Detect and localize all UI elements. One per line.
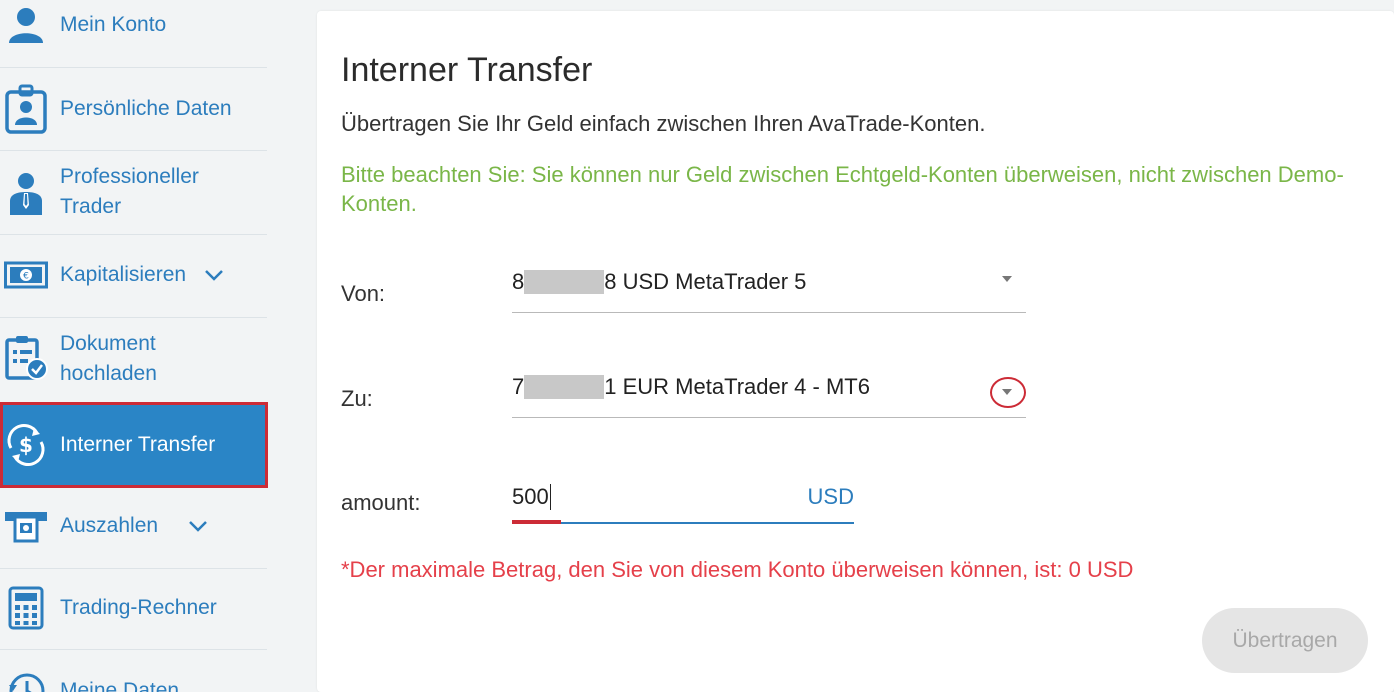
dollar-transfer-icon: $: [3, 422, 49, 468]
businessman-icon: [3, 170, 49, 216]
sidebar-item-label: Mein Konto: [60, 13, 167, 36]
amount-error-underline: [512, 520, 561, 524]
sidebar-item-label-wrap: Auszahlen: [60, 511, 208, 541]
to-label: Zu:: [341, 386, 373, 411]
sidebar: Mein Konto Persönliche Daten Professione…: [0, 0, 268, 692]
to-account-select[interactable]: 7 1 EUR MetaTrader 4 - MT6: [512, 374, 1026, 418]
highlight-circle: [990, 377, 1026, 408]
sidebar-item-meine-daten[interactable]: Meine Daten: [0, 668, 268, 692]
from-account-select[interactable]: 8 8 USD MetaTrader 5: [512, 269, 1026, 313]
amount-input[interactable]: 500 USD: [512, 484, 854, 524]
id-badge-icon: [3, 84, 49, 134]
sidebar-item-persoenliche-daten[interactable]: Persönliche Daten: [0, 84, 268, 134]
sidebar-item-trading-rechner[interactable]: Trading-Rechner: [0, 585, 268, 631]
calculator-icon: [3, 585, 49, 631]
from-account-prefix: 8: [512, 269, 525, 294]
sidebar-item-label: Dokument: [60, 332, 156, 355]
sidebar-divider: [0, 317, 267, 318]
sidebar-item-label-line2: hochladen: [60, 362, 157, 385]
banknote-icon: €: [3, 252, 49, 298]
transfer-card: Interner Transfer Übertragen Sie Ihr Gel…: [317, 11, 1394, 692]
amount-value[interactable]: 500: [512, 484, 551, 510]
redacted-account-number: [524, 375, 605, 399]
page-subtitle: Übertragen Sie Ihr Geld einfach zwischen…: [341, 111, 986, 136]
from-label: Von:: [341, 281, 386, 306]
sidebar-item-label: Professioneller: [60, 165, 199, 188]
max-amount-error: *Der maximale Betrag, den Sie von diesem…: [341, 557, 1134, 582]
document-check-icon: [3, 335, 49, 381]
sidebar-divider: [0, 234, 267, 235]
withdraw-icon: [3, 503, 49, 549]
sidebar-item-kapitalisieren[interactable]: € Kapitalisieren: [0, 252, 268, 298]
sidebar-item-label: Interner Transfer: [60, 433, 216, 456]
sidebar-item-label: Trading-Rechner: [60, 596, 217, 619]
chevron-down-icon[interactable]: [188, 511, 208, 541]
amount-currency: USD: [807, 484, 854, 509]
user-icon: [3, 2, 49, 48]
sidebar-item-label-wrap: Kapitalisieren: [60, 260, 224, 290]
sidebar-item-professioneller-trader[interactable]: Professioneller Trader: [0, 162, 268, 224]
sidebar-item-mein-konto[interactable]: Mein Konto: [0, 2, 268, 48]
chevron-down-icon[interactable]: [204, 260, 224, 290]
caret-down-icon[interactable]: [1002, 276, 1012, 282]
sidebar-item-label-line2: Trader: [60, 195, 122, 218]
sidebar-item-label: Persönliche Daten: [60, 97, 232, 120]
demo-account-note: Bitte beachten Sie: Sie können nur Geld …: [341, 162, 1344, 216]
sidebar-divider: [0, 67, 267, 68]
submit-transfer-button[interactable]: Übertragen: [1202, 608, 1368, 673]
sidebar-item-dokument-hochladen[interactable]: Dokument hochladen: [0, 329, 268, 391]
sidebar-item-label: Auszahlen: [60, 513, 159, 537]
from-account-value: 8 8 USD MetaTrader 5: [512, 269, 806, 295]
page-title: Interner Transfer: [341, 51, 593, 89]
redacted-account-number: [524, 270, 605, 294]
svg-text:€: €: [23, 272, 29, 282]
sidebar-item-auszahlen[interactable]: Auszahlen: [0, 503, 268, 549]
sidebar-divider: [0, 649, 267, 650]
from-account-suffix: 8 USD MetaTrader 5: [604, 269, 807, 294]
sidebar-divider: [0, 568, 267, 569]
to-account-suffix: 1 EUR MetaTrader 4 - MT6: [604, 374, 870, 399]
clock-icon: [3, 668, 49, 692]
amount-label: amount:: [341, 490, 421, 515]
to-account-prefix: 7: [512, 374, 525, 399]
sidebar-item-interner-transfer[interactable]: $ Interner Transfer: [0, 402, 268, 488]
sidebar-item-label: Kapitalisieren: [60, 262, 187, 286]
sidebar-item-label: Meine Daten: [60, 679, 180, 692]
to-account-value: 7 1 EUR MetaTrader 4 - MT6: [512, 374, 870, 400]
svg-text:$: $: [19, 433, 33, 457]
sidebar-divider: [0, 150, 267, 151]
